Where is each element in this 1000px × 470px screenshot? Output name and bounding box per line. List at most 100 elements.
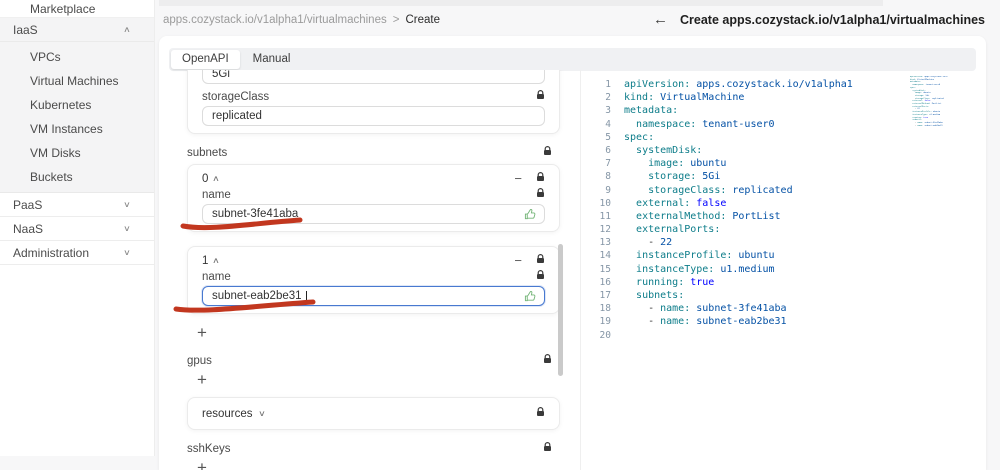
name-label: name	[202, 188, 231, 201]
sidebar-item-marketplace[interactable]: Marketplace	[0, 0, 154, 18]
lock-icon	[536, 407, 545, 420]
header-row: apps.cozystack.io/v1alpha1/virtualmachin…	[163, 11, 985, 28]
lock-icon	[536, 270, 545, 283]
breadcrumb-separator: >	[392, 13, 400, 26]
sidebar-item-vm-disks[interactable]: VM Disks	[0, 141, 154, 165]
sidebar-group-iaas: IaaS ∧ VPCs Virtual Machines Kubernetes …	[0, 18, 154, 193]
lock-icon	[536, 90, 545, 103]
sidebar-item-label: VM Disks	[30, 146, 81, 160]
sidebar-group-header-naas[interactable]: NaaS ∨	[0, 217, 154, 241]
sidebar-item-virtual-machines[interactable]: Virtual Machines	[0, 69, 154, 93]
code-line: 14 instanceProfile: ubuntu	[599, 250, 775, 262]
code-line: 12 externalPorts:	[599, 224, 721, 236]
sidebar-group-label: PaaS	[13, 197, 43, 212]
create-card: OpenAPI Manual storageClass	[159, 36, 986, 470]
sidebar-item-label: VPCs	[30, 50, 61, 64]
resources-card[interactable]: resources ∨	[187, 397, 560, 430]
remove-item-button[interactable]: −	[514, 253, 522, 268]
minimap[interactable]: apiVersion: apps.cozystack.io/v1alpha1ki…	[910, 76, 948, 146]
yaml-editor[interactable]: 1 apiVersion: apps.cozystack.io/v1alpha1 2…	[581, 70, 986, 470]
storage-input[interactable]	[212, 70, 518, 80]
tab-manual[interactable]: Manual	[242, 50, 302, 69]
code-line: 11 externalMethod: PortList	[599, 210, 781, 222]
code-line: 17 subnets:	[599, 290, 685, 301]
lock-icon	[536, 254, 545, 267]
top-strip	[159, 0, 883, 6]
lock-icon	[543, 354, 552, 367]
subnet-item-0-card: 0 ∧ − name	[187, 164, 560, 232]
subnet-1-name-input-wrap	[202, 286, 545, 306]
subnet-item-1-header[interactable]: 1 ∧ −	[202, 253, 545, 268]
tab-openapi[interactable]: OpenAPI	[171, 50, 240, 69]
sidebar-item-kubernetes[interactable]: Kubernetes	[0, 93, 154, 117]
subnets-label: subnets	[187, 146, 228, 159]
minimap-content: apiVersion: apps.cozystack.io/v1alpha1ki…	[910, 76, 948, 127]
item-index: 0	[202, 172, 209, 185]
gpus-label: gpus	[187, 354, 212, 367]
chevron-down-icon: ∨	[123, 248, 131, 257]
code-line: 15 instanceType: u1.medium	[599, 263, 775, 275]
remove-item-button[interactable]: −	[514, 171, 522, 186]
chevron-down-icon: ∨	[123, 224, 131, 233]
systemdisk-card: storageClass	[187, 70, 560, 134]
chevron-up-icon: ∧	[212, 174, 221, 183]
item-index: 1	[202, 254, 209, 267]
subnet-0-name-input-wrap	[202, 204, 545, 224]
sidebar-group-label: IaaS	[13, 22, 38, 37]
code-line: 10 external: false	[599, 197, 727, 209]
sidebar-item-vm-instances[interactable]: VM Instances	[0, 117, 154, 141]
lock-icon	[536, 172, 545, 185]
subnet-1-name-label-row: name	[202, 270, 545, 283]
code-line: 16 running: true	[599, 276, 715, 288]
resources-label: resources	[202, 407, 253, 420]
code-line: 13 - 22	[599, 237, 673, 249]
subnets-label-row: subnets	[187, 146, 560, 159]
sshkeys-label-row: sshKeys	[187, 442, 560, 455]
chevron-up-icon: ∧	[212, 256, 221, 265]
chevron-down-icon: ∨	[257, 409, 266, 418]
sidebar-item-buckets[interactable]: Buckets	[0, 165, 154, 189]
subnet-item-0-header[interactable]: 0 ∧ −	[202, 171, 545, 186]
subnet-item-1-card: 1 ∧ − name	[187, 246, 560, 314]
storageclass-input[interactable]	[212, 110, 518, 122]
breadcrumb-path[interactable]: apps.cozystack.io/v1alpha1/virtualmachin…	[163, 14, 387, 26]
add-gpu-button[interactable]: +	[187, 371, 560, 389]
sidebar-item-vpcs[interactable]: VPCs	[0, 45, 154, 69]
sidebar-item-label: Marketplace	[30, 1, 96, 16]
chevron-down-icon: ∨	[123, 200, 131, 209]
back-arrow-icon[interactable]: ←	[653, 11, 668, 28]
sidebar-group-header-iaas[interactable]: IaaS ∧	[0, 18, 154, 42]
code-line: 18 - name: subnet-3fe41aba	[599, 303, 787, 315]
subnet-0-name-label-row: name	[202, 188, 545, 201]
storage-input-wrap	[202, 70, 545, 84]
lock-icon	[543, 146, 552, 159]
sidebar-item-label: VM Instances	[30, 122, 103, 136]
sidebar-group-label: NaaS	[13, 221, 44, 236]
code-line: 8 storage: 5Gi	[605, 171, 721, 183]
breadcrumb: apps.cozystack.io/v1alpha1/virtualmachin…	[163, 14, 440, 26]
subnet-0-name-input[interactable]	[212, 208, 518, 220]
sidebar-group-children: VPCs Virtual Machines Kubernetes VM Inst…	[0, 42, 154, 192]
tab-bar: OpenAPI Manual	[169, 48, 976, 71]
add-sshkey-button[interactable]: +	[187, 459, 560, 470]
code-line: 7 image: ubuntu	[605, 158, 727, 170]
drawer-header: ← Create apps.cozystack.io/v1alpha1/virt…	[653, 11, 985, 28]
lock-icon	[536, 188, 545, 201]
code-line: 20	[599, 329, 611, 341]
sidebar-group-label: Administration	[13, 245, 90, 260]
storageclass-label-row: storageClass	[202, 90, 545, 103]
breadcrumb-current: Create	[405, 13, 440, 26]
sidebar-item-label: Virtual Machines	[30, 74, 119, 88]
thumbs-up-icon[interactable]	[524, 290, 537, 306]
sidebar: Marketplace IaaS ∧ VPCs Virtual Machines…	[0, 0, 155, 456]
page-title: Create apps.cozystack.io/v1alpha1/virtua…	[680, 12, 985, 27]
sidebar-item-label: Kubernetes	[30, 98, 92, 112]
thumbs-up-icon[interactable]	[524, 208, 537, 224]
sidebar-group-header-administration[interactable]: Administration ∨	[0, 241, 154, 265]
code-line: 9 storageClass: replicated	[605, 184, 793, 196]
sidebar-group-header-paas[interactable]: PaaS ∨	[0, 193, 154, 217]
form-scrollbar[interactable]	[558, 244, 563, 376]
main-area: apps.cozystack.io/v1alpha1/virtualmachin…	[155, 0, 1000, 470]
subnet-1-name-input[interactable]	[212, 290, 518, 302]
add-subnet-button[interactable]: +	[187, 324, 560, 342]
